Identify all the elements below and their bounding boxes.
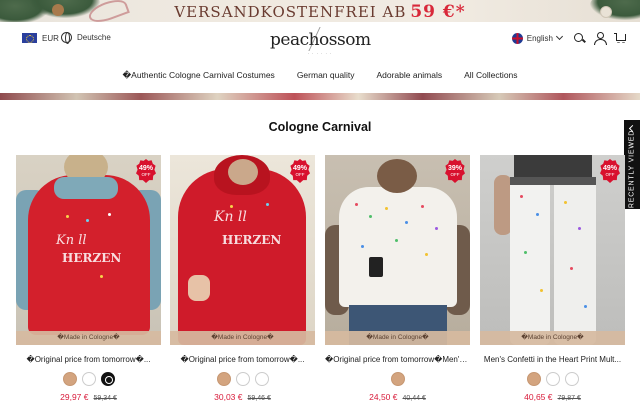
product-card[interactable]: Kn ll HERZEN 49% OFF �Made in Cologne� �O… <box>16 155 161 402</box>
discount-badge: 39% OFF <box>445 159 465 183</box>
product-name[interactable]: �Original price from tomorrow�... <box>16 355 161 364</box>
product-image[interactable]: 39% OFF �Made in Cologne� <box>325 155 470 345</box>
swatch-tan[interactable] <box>216 372 231 386</box>
currency-selector[interactable]: EUR <box>22 33 59 43</box>
made-in-cologne-tag: �Made in Cologne� <box>325 331 470 345</box>
cart-icon[interactable] <box>614 32 626 44</box>
swatch-white[interactable] <box>254 372 269 386</box>
user-icon[interactable] <box>594 32 607 45</box>
original-price: 59,46 € <box>247 395 271 402</box>
color-swatches <box>170 372 315 386</box>
made-in-cologne-tag: �Made in Cologne� <box>480 331 625 345</box>
swatch-white[interactable] <box>81 372 96 386</box>
swatch-tan[interactable] <box>62 372 77 386</box>
decorative-strip <box>0 93 640 100</box>
promo-banner[interactable]: VERSANDKOSTENFREI AB 59 €* <box>0 0 640 22</box>
nav-item-cologne-carnival[interactable]: �Authentic Cologne Carnival Costumes <box>111 62 285 90</box>
recently-viewed-label: RECENTLY VIEWED <box>628 129 636 209</box>
badge-percent: 49% <box>602 165 617 172</box>
currency-label: EUR <box>42 33 59 43</box>
country-label: Deutsche <box>77 33 111 42</box>
chevron-down-icon <box>555 32 564 41</box>
recently-viewed-tab[interactable]: RECENTLY VIEWED <box>624 120 640 209</box>
search-icon[interactable] <box>574 32 585 44</box>
discount-badge: 49% OFF <box>290 159 310 183</box>
badge-percent: 39% <box>447 165 462 172</box>
sale-price: 24,50 € <box>369 392 398 402</box>
language-selector[interactable]: English <box>511 32 564 44</box>
swatch-white[interactable] <box>564 372 579 386</box>
badge-percent: 49% <box>292 165 307 172</box>
swatch-white[interactable] <box>545 372 560 386</box>
made-in-cologne-tag: �Made in Cologne� <box>170 331 315 345</box>
promo-label: VERSANDKOSTENFREI AB <box>174 3 407 21</box>
badge-off: OFF <box>605 172 615 177</box>
swatch-white[interactable] <box>235 372 250 386</box>
badge-off: OFF <box>141 172 151 177</box>
site-logo[interactable]: peachossom · · · · · · <box>270 25 371 59</box>
original-price: 59,34 € <box>93 395 117 402</box>
swatch-tan[interactable] <box>526 372 541 386</box>
sale-price: 29,97 € <box>60 392 89 402</box>
price-row: 40,65 € 79,87 € <box>480 392 625 402</box>
country-selector[interactable]: Deutsche <box>61 32 111 44</box>
product-name[interactable]: Men's Confetti in the Heart Print Mult..… <box>480 355 625 364</box>
swatch-tan[interactable] <box>390 372 405 386</box>
sale-price: 30,03 € <box>214 392 243 402</box>
color-swatches <box>480 372 625 386</box>
price-row: 30,03 € 59,46 € <box>170 392 315 402</box>
product-name[interactable]: �Original price from tomorrow�... <box>170 355 315 364</box>
badge-percent: 49% <box>138 165 153 172</box>
product-image[interactable]: Kn ll HERZEN 49% OFF �Made in Cologne� <box>170 155 315 345</box>
nav-item-adorable-animals[interactable]: Adorable animals <box>365 62 453 90</box>
color-swatches <box>325 372 470 386</box>
site-header: EUR Deutsche peachossom · · · · · · Engl… <box>0 22 640 62</box>
product-card[interactable]: 49% OFF �Made in Cologne� Men's Confetti … <box>480 155 625 402</box>
discount-badge: 49% OFF <box>136 159 156 183</box>
language-label: English <box>526 33 553 43</box>
badge-off: OFF <box>450 172 460 177</box>
color-swatches <box>16 372 161 386</box>
discount-badge: 49% OFF <box>600 159 620 183</box>
product-card[interactable]: Kn ll HERZEN 49% OFF �Made in Cologne� �O… <box>170 155 315 402</box>
badge-off: OFF <box>295 172 305 177</box>
globe-icon <box>61 32 72 44</box>
promo-text: VERSANDKOSTENFREI AB 59 €* <box>0 2 640 22</box>
swatch-dark[interactable] <box>100 372 115 386</box>
original-price: 79,87 € <box>557 395 581 402</box>
original-price: 40,44 € <box>402 395 426 402</box>
product-image[interactable]: Kn ll HERZEN 49% OFF �Made in Cologne� <box>16 155 161 345</box>
price-row: 29,97 € 59,34 € <box>16 392 161 402</box>
uk-flag-icon <box>511 32 523 44</box>
header-tools: English <box>511 32 626 45</box>
made-in-cologne-tag: �Made in Cologne� <box>16 331 161 345</box>
product-image[interactable]: 49% OFF �Made in Cologne� <box>480 155 625 345</box>
promo-amount: 59 €* <box>410 2 466 22</box>
product-name[interactable]: �Original price from tomorrow�Men's... <box>325 355 470 364</box>
main-nav: �Authentic Cologne Carnival Costumes Ger… <box>0 62 640 90</box>
price-row: 24,50 € 40,44 € <box>325 392 470 402</box>
logo-tagline: · · · · · · <box>307 51 333 56</box>
sale-price: 40,65 € <box>524 392 553 402</box>
nav-item-all-collections[interactable]: All Collections <box>453 62 528 90</box>
section-title: Cologne Carnival <box>268 120 372 134</box>
nav-item-german-quality[interactable]: German quality <box>286 62 366 90</box>
eu-flag-icon <box>22 33 37 43</box>
product-card[interactable]: 39% OFF �Made in Cologne� �Original price… <box>325 155 470 402</box>
